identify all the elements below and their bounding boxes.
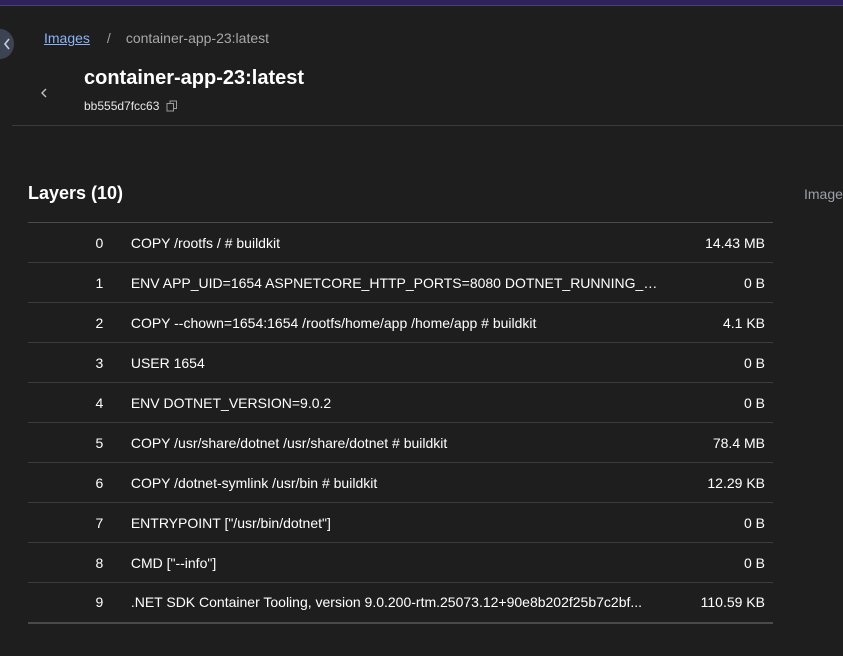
layers-table: 0 COPY /rootfs / # buildkit 14.43 MB 1 E…: [28, 222, 773, 624]
layer-index: 8: [95, 554, 104, 571]
layers-heading: Layers (10): [28, 183, 124, 203]
layer-command: ENV APP_UID=1654 ASPNETCORE_HTTP_PORTS=8…: [130, 274, 661, 291]
copy-icon: [166, 100, 178, 112]
layer-size: 0 B: [743, 394, 765, 411]
layer-index: 2: [95, 314, 104, 331]
layer-index: 0: [95, 234, 104, 251]
layer-size: 4.1 KB: [722, 314, 765, 331]
table-row: 8 CMD ["--info"] 0 B: [28, 542, 773, 583]
layer-index: 9: [95, 594, 104, 611]
layer-size: 0 B: [743, 274, 765, 291]
layer-command: ENTRYPOINT ["/usr/bin/dotnet"]: [130, 514, 331, 531]
layer-command: COPY --chown=1654:1654 /rootfs/home/app …: [130, 314, 537, 331]
table-row: 0 COPY /rootfs / # buildkit 14.43 MB: [28, 222, 773, 263]
layer-size: 14.43 MB: [705, 234, 765, 251]
page-title: container-app-23:latest: [84, 67, 305, 89]
layer-command: COPY /dotnet-symlink /usr/bin # buildkit: [130, 474, 378, 491]
layer-index: 4: [95, 394, 104, 411]
breadcrumb: Images / container-app-23:latest: [44, 30, 269, 46]
chevron-left-icon: [3, 38, 10, 50]
table-row: 5 COPY /usr/share/dotnet /usr/share/dotn…: [28, 422, 773, 463]
layer-index: 3: [95, 354, 104, 371]
layer-command: COPY /rootfs / # buildkit: [130, 234, 280, 251]
table-row: 6 COPY /dotnet-symlink /usr/bin # buildk…: [28, 462, 773, 503]
table-row: 3 USER 1654 0 B: [28, 342, 773, 383]
image-id: bb555d7fcc63: [84, 99, 160, 113]
breadcrumb-separator: /: [106, 30, 111, 46]
table-row: 1 ENV APP_UID=1654 ASPNETCORE_HTTP_PORTS…: [28, 262, 773, 303]
table-row: 9 .NET SDK Container Tooling, version 9.…: [28, 582, 773, 623]
layer-size: 0 B: [743, 554, 765, 571]
layer-command: USER 1654: [130, 354, 205, 371]
breadcrumb-current: container-app-23:latest: [125, 30, 270, 46]
layer-size: 110.59 KB: [700, 594, 765, 611]
top-accent-bar: [0, 0, 843, 6]
chevron-left-icon: [41, 88, 47, 98]
layer-size: 12.29 KB: [707, 474, 765, 491]
layer-size: 0 B: [743, 514, 765, 531]
layer-command: ENV DOTNET_VERSION=9.0.2: [130, 394, 332, 411]
back-button[interactable]: [36, 84, 52, 102]
layer-command: COPY /usr/share/dotnet /usr/share/dotnet…: [130, 434, 448, 451]
breadcrumb-images-link[interactable]: Images: [44, 30, 90, 46]
table-row: 7 ENTRYPOINT ["/usr/bin/dotnet"] 0 B: [28, 502, 773, 543]
layer-index: 1: [95, 274, 104, 291]
layer-size: 78.4 MB: [712, 434, 765, 451]
tab-image[interactable]: Image: [804, 186, 843, 202]
layer-index: 7: [95, 514, 104, 531]
header-divider: [12, 125, 843, 126]
layer-index: 6: [95, 474, 104, 491]
table-row: 2 COPY --chown=1654:1654 /rootfs/home/ap…: [28, 302, 773, 343]
sidebar-toggle-button[interactable]: [0, 29, 14, 59]
layer-command: CMD ["--info"]: [130, 554, 217, 571]
image-id-row: bb555d7fcc63: [84, 99, 180, 113]
layer-size: 0 B: [743, 354, 765, 371]
copy-id-button[interactable]: [166, 99, 180, 113]
table-row: 4 ENV DOTNET_VERSION=9.0.2 0 B: [28, 382, 773, 423]
layer-command: .NET SDK Container Tooling, version 9.0.…: [130, 594, 643, 611]
layer-index: 5: [95, 434, 104, 451]
